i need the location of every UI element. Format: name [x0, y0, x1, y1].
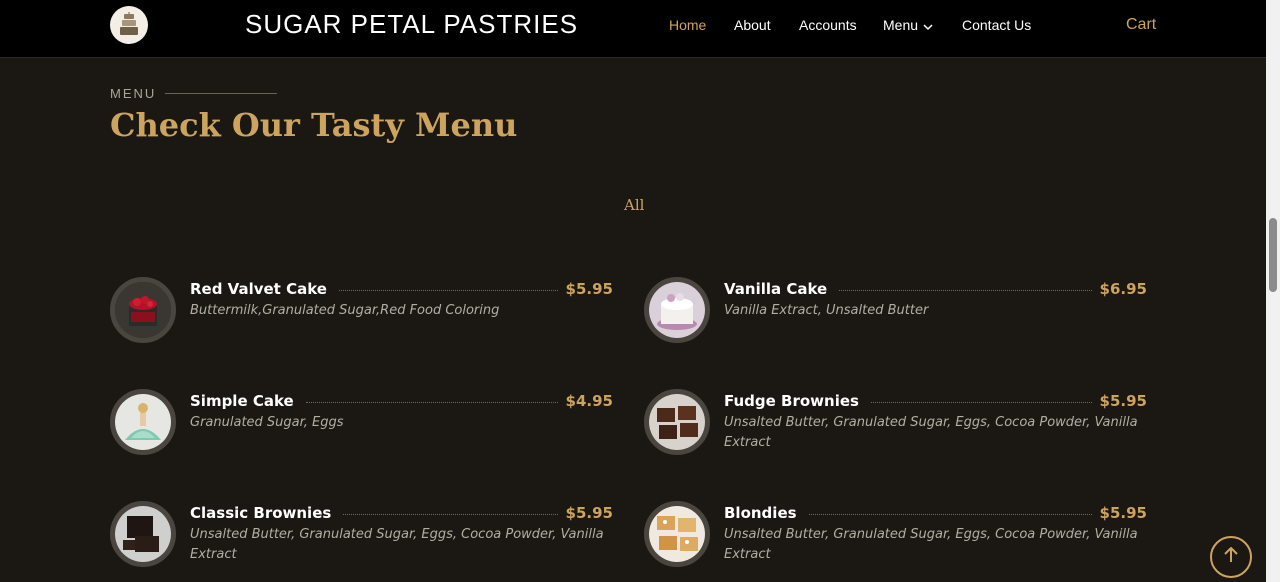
scrollbar-thumb[interactable]	[1269, 218, 1277, 292]
red-velvet-cake-image[interactable]	[110, 277, 176, 343]
menu-item-header: Classic Brownies $5.95	[190, 503, 613, 523]
menu-item-ingredients: Unsalted Butter, Granulated Sugar, Eggs,…	[724, 527, 1138, 562]
chevron-down-icon	[923, 18, 933, 34]
vanilla-cake-image[interactable]	[644, 277, 710, 343]
menu-item-header: Red Valvet Cake $5.95	[190, 279, 613, 299]
menu-item-name[interactable]: Blondies	[724, 504, 797, 522]
dotted-leader	[839, 289, 1092, 291]
menu-item-name[interactable]: Red Valvet Cake	[190, 280, 327, 298]
nav-accounts[interactable]: Accounts	[799, 17, 857, 33]
cart-link[interactable]: Cart	[1126, 16, 1156, 34]
menu-item-name[interactable]: Vanilla Cake	[724, 280, 827, 298]
menu-item: Blondies $5.95 Unsalted Butter, Granulat…	[644, 501, 1147, 571]
menu-item: Vanilla Cake $6.95 Vanilla Extract, Unsa…	[644, 277, 1147, 347]
simple-cake-image[interactable]	[110, 389, 176, 455]
menu-item: Fudge Brownies $5.95 Unsalted Butter, Gr…	[644, 389, 1147, 459]
back-to-top-button[interactable]	[1210, 536, 1252, 578]
nav-about[interactable]: About	[734, 17, 771, 33]
menu-item-header: Blondies $5.95	[724, 503, 1147, 523]
section-eyebrow-label: MENU	[110, 86, 157, 101]
menu-item-price: $5.95	[565, 280, 613, 298]
menu-item-header: Vanilla Cake $6.95	[724, 279, 1147, 299]
menu-item-price: $5.95	[1099, 392, 1147, 410]
filter-all[interactable]: All	[624, 196, 644, 214]
classic-brownies-image[interactable]	[110, 501, 176, 567]
section-eyebrow: MENU	[110, 86, 278, 101]
menu-item-ingredients: Buttermilk,Granulated Sugar,Red Food Col…	[190, 303, 500, 318]
nav-home[interactable]: Home	[669, 17, 706, 33]
dotted-leader	[343, 513, 558, 515]
dotted-leader	[338, 289, 558, 291]
dotted-leader	[305, 401, 558, 403]
menu-item-ingredients: Granulated Sugar, Eggs	[190, 415, 344, 430]
nav-menu[interactable]: Menu	[883, 17, 933, 34]
dotted-leader	[870, 401, 1092, 403]
menu-item-price: $5.95	[1099, 504, 1147, 522]
menu-item: Classic Brownies $5.95 Unsalted Butter, …	[110, 501, 613, 571]
eyebrow-divider	[165, 93, 278, 94]
top-navbar: SUGAR PETAL PASTRIES Home About Accounts…	[0, 0, 1266, 58]
page-scrollbar[interactable]	[1266, 0, 1280, 582]
menu-item-price: $6.95	[1099, 280, 1147, 298]
menu-item-name[interactable]: Fudge Brownies	[724, 392, 859, 410]
fudge-brownies-image[interactable]	[644, 389, 710, 455]
menu-item-ingredients: Vanilla Extract, Unsalted Butter	[724, 303, 929, 318]
menu-item: Simple Cake $4.95 Granulated Sugar, Eggs	[110, 389, 613, 459]
menu-item-ingredients: Unsalted Butter, Granulated Sugar, Eggs,…	[724, 415, 1138, 450]
menu-item-ingredients: Unsalted Butter, Granulated Sugar, Eggs,…	[190, 527, 604, 562]
blondies-image[interactable]	[644, 501, 710, 567]
arrow-up-icon	[1224, 546, 1238, 567]
nav-menu-label: Menu	[883, 17, 919, 33]
menu-item-header: Fudge Brownies $5.95	[724, 391, 1147, 411]
main-nav: Home About Accounts Menu Contact Us	[0, 17, 1266, 37]
menu-item-name[interactable]: Simple Cake	[190, 392, 294, 410]
menu-item-price: $4.95	[565, 392, 613, 410]
section-title: Check Our Tasty Menu	[110, 106, 518, 144]
menu-item-price: $5.95	[565, 504, 613, 522]
menu-item-name[interactable]: Classic Brownies	[190, 504, 331, 522]
dotted-leader	[808, 513, 1092, 515]
nav-contact[interactable]: Contact Us	[962, 17, 1031, 33]
menu-item: Red Valvet Cake $5.95 Buttermilk,Granula…	[110, 277, 613, 347]
menu-item-header: Simple Cake $4.95	[190, 391, 613, 411]
